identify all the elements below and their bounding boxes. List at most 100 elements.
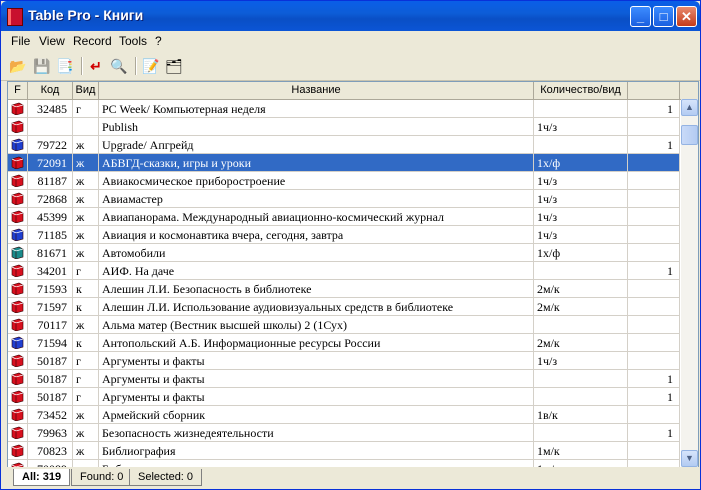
kind-cell[interactable]: ж (73, 154, 99, 172)
name-cell[interactable]: Антопольский А.Б. Информационные ресурсы… (99, 334, 534, 352)
qty-cell[interactable]: 1х/ф (534, 154, 628, 172)
flag-cell[interactable] (8, 136, 28, 154)
scroll-down-button[interactable]: ▼ (681, 450, 698, 467)
maximize-button[interactable]: □ (653, 6, 674, 27)
kind-cell[interactable]: г (73, 262, 99, 280)
kind-cell[interactable]: ж (73, 424, 99, 442)
qty-cell[interactable]: 1ч/з (534, 208, 628, 226)
num-cell[interactable]: 1 (628, 262, 680, 280)
num-cell[interactable] (628, 352, 680, 370)
name-cell[interactable]: PC Week/ Компьютерная неделя (99, 100, 534, 118)
menu-tools[interactable]: Tools (119, 34, 147, 48)
name-cell[interactable]: Аргументы и факты (99, 370, 534, 388)
qty-cell[interactable]: 1ч/з (534, 118, 628, 136)
qty-cell[interactable] (534, 316, 628, 334)
table-row[interactable]: 70823 ж Библиография 1м/к (8, 442, 680, 460)
name-cell[interactable]: Авиамастер (99, 190, 534, 208)
kind-cell[interactable]: ж (73, 442, 99, 460)
open-icon[interactable]: 📂 (8, 56, 28, 76)
kind-cell[interactable]: ж (73, 244, 99, 262)
code-cell[interactable]: 73452 (28, 406, 73, 424)
name-cell[interactable]: Алешин Л.И. Безопасность в библиотеке (99, 280, 534, 298)
code-cell[interactable]: 81671 (28, 244, 73, 262)
num-cell[interactable] (628, 280, 680, 298)
qty-cell[interactable]: 1ч/з (534, 172, 628, 190)
qty-cell[interactable]: 1ч/з (534, 226, 628, 244)
qty-cell[interactable] (534, 136, 628, 154)
kind-cell[interactable]: г (73, 370, 99, 388)
code-cell[interactable]: 72868 (28, 190, 73, 208)
table-row-selected[interactable]: 72091 ж АБВГД-сказки, игры и уроки 1х/ф (8, 154, 680, 172)
flag-cell[interactable] (8, 208, 28, 226)
name-cell[interactable]: Армейский сборник (99, 406, 534, 424)
table-row[interactable]: 79722 ж Upgrade/ Апгрейд 1 (8, 136, 680, 154)
kind-cell[interactable]: ж (73, 136, 99, 154)
flag-cell[interactable] (8, 316, 28, 334)
code-cell[interactable]: 34201 (28, 262, 73, 280)
flag-cell[interactable] (8, 370, 28, 388)
qty-cell[interactable]: 1ч/з (534, 352, 628, 370)
name-cell[interactable]: Библиография (99, 442, 534, 460)
table-row[interactable]: 71597 к Алешин Л.И. Использование аудиовиз… (8, 298, 680, 316)
num-cell[interactable] (628, 172, 680, 190)
name-cell[interactable]: Алешин Л.И. Использование аудиовизуальны… (99, 298, 534, 316)
num-cell[interactable] (628, 406, 680, 424)
name-cell[interactable]: Publish (99, 118, 534, 136)
name-cell[interactable]: Аргументы и факты (99, 352, 534, 370)
name-cell[interactable]: Альма матер (Вестник высшей школы) 2 (1С… (99, 316, 534, 334)
flag-cell[interactable] (8, 298, 28, 316)
table-row[interactable]: 45399 ж Авиапанорама. Международный авиаци… (8, 208, 680, 226)
table-row[interactable]: Publish 1ч/з (8, 118, 680, 136)
flag-cell[interactable] (8, 262, 28, 280)
code-cell[interactable]: 50187 (28, 388, 73, 406)
code-cell[interactable]: 72091 (28, 154, 73, 172)
kind-cell[interactable]: к (73, 298, 99, 316)
export-icon[interactable]: 📑 (55, 56, 75, 76)
title-bar[interactable]: Table Pro - Книги _ □ ✕ (1, 1, 700, 31)
flag-cell[interactable] (8, 190, 28, 208)
num-cell[interactable] (628, 154, 680, 172)
kind-cell[interactable]: ж (73, 406, 99, 424)
flag-cell[interactable] (8, 388, 28, 406)
table-row[interactable]: 70117 ж Альма матер (Вестник высшей школы)… (8, 316, 680, 334)
vertical-scrollbar[interactable]: ▲ ▼ (681, 99, 698, 467)
code-cell[interactable]: 71594 (28, 334, 73, 352)
kind-cell[interactable] (73, 118, 99, 136)
table-row[interactable]: 50187 г Аргументы и факты 1ч/з (8, 352, 680, 370)
code-cell[interactable]: 79963 (28, 424, 73, 442)
code-cell[interactable]: 70823 (28, 442, 73, 460)
table-row[interactable]: 32485 г PC Week/ Компьютерная неделя 1 (8, 100, 680, 118)
flag-cell[interactable] (8, 100, 28, 118)
num-cell[interactable]: 1 (628, 136, 680, 154)
flag-cell[interactable] (8, 172, 28, 190)
kind-cell[interactable]: г (73, 388, 99, 406)
code-cell[interactable]: 32485 (28, 100, 73, 118)
num-cell[interactable]: 1 (628, 100, 680, 118)
column-header-name[interactable]: Название (99, 82, 534, 99)
kind-cell[interactable]: ж (73, 190, 99, 208)
num-cell[interactable] (628, 190, 680, 208)
num-cell[interactable] (628, 208, 680, 226)
table-row[interactable]: 71594 к Антопольский А.Б. Информационные р… (8, 334, 680, 352)
num-cell[interactable] (628, 244, 680, 262)
flag-cell[interactable] (8, 442, 28, 460)
menu-file[interactable]: File (11, 34, 30, 48)
table-row[interactable]: 73452 ж Армейский сборник 1в/к (8, 406, 680, 424)
kind-cell[interactable]: ж (73, 316, 99, 334)
qty-cell[interactable]: 2м/к (534, 334, 628, 352)
kind-cell[interactable]: к (73, 280, 99, 298)
flag-cell[interactable] (8, 280, 28, 298)
qty-cell[interactable]: 1х/ф (534, 244, 628, 262)
name-cell[interactable]: Авиация и космонавтика вчера, сегодня, з… (99, 226, 534, 244)
table-row[interactable]: 72868 ж Авиамастер 1ч/з (8, 190, 680, 208)
column-header-flag[interactable]: F (8, 82, 28, 99)
qty-cell[interactable]: 2м/к (534, 298, 628, 316)
kind-cell[interactable]: ж (73, 208, 99, 226)
kind-cell[interactable]: г (73, 352, 99, 370)
num-cell[interactable] (628, 442, 680, 460)
qty-cell[interactable] (534, 370, 628, 388)
qty-cell[interactable]: 1в/к (534, 406, 628, 424)
num-cell[interactable]: 1 (628, 370, 680, 388)
name-cell[interactable]: АИФ. На даче (99, 262, 534, 280)
flag-cell[interactable] (8, 424, 28, 442)
